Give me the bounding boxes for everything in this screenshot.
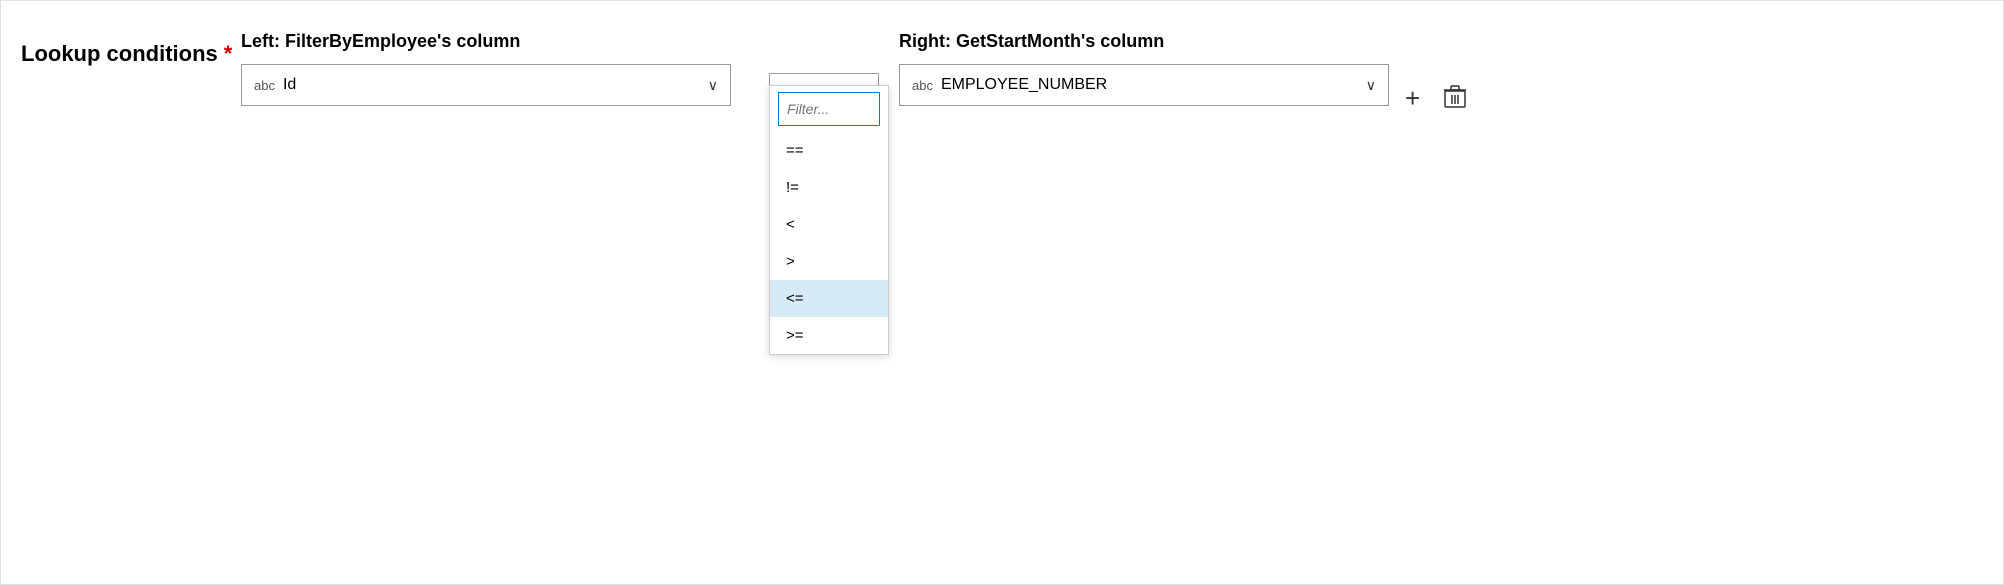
left-dropdown-row: abc Id ∨ <box>241 64 761 106</box>
left-column-title: Left: FilterByEmployee's column <box>241 31 761 52</box>
left-section: Left: FilterByEmployee's column abc Id ∨ <box>241 31 761 106</box>
right-column-value: EMPLOYEE_NUMBER <box>941 76 1358 94</box>
right-column-chevron: ∨ <box>1366 77 1376 94</box>
lookup-label-section: Lookup conditions * <box>21 31 241 67</box>
operator-option-neq[interactable]: != <box>770 169 888 206</box>
required-star: * <box>224 41 233 67</box>
operator-option-eq[interactable]: == <box>770 132 888 169</box>
left-column-chevron: ∨ <box>708 77 718 94</box>
operator-option-lte[interactable]: <= <box>770 280 888 317</box>
left-column-value: Id <box>283 76 700 94</box>
actions-section: + <box>1401 31 1470 117</box>
right-section: Right: GetStartMonth's column abc EMPLOY… <box>899 31 1389 106</box>
left-type-badge: abc <box>254 78 275 93</box>
operator-option-gt[interactable]: > <box>770 243 888 280</box>
right-type-badge: abc <box>912 78 933 93</box>
operator-option-lt[interactable]: < <box>770 206 888 243</box>
delete-condition-button[interactable] <box>1440 81 1470 117</box>
operator-dropdown-popup: == != < > <= >= <box>769 85 889 355</box>
lookup-conditions-label: Lookup conditions <box>21 41 218 67</box>
main-content: Left: FilterByEmployee's column abc Id ∨… <box>241 31 1983 117</box>
filter-input[interactable] <box>778 92 880 126</box>
right-column-dropdown[interactable]: abc EMPLOYEE_NUMBER ∨ <box>899 64 1389 106</box>
right-column-title: Right: GetStartMonth's column <box>899 31 1389 52</box>
add-condition-button[interactable]: + <box>1401 81 1424 115</box>
filter-input-wrapper <box>770 86 888 132</box>
operator-option-gte[interactable]: >= <box>770 317 888 354</box>
middle-section: <= ∨ == != < > <= >= <box>761 31 879 115</box>
lookup-conditions-panel: Lookup conditions * Left: FilterByEmploy… <box>0 0 2004 585</box>
left-column-dropdown[interactable]: abc Id ∨ <box>241 64 731 106</box>
